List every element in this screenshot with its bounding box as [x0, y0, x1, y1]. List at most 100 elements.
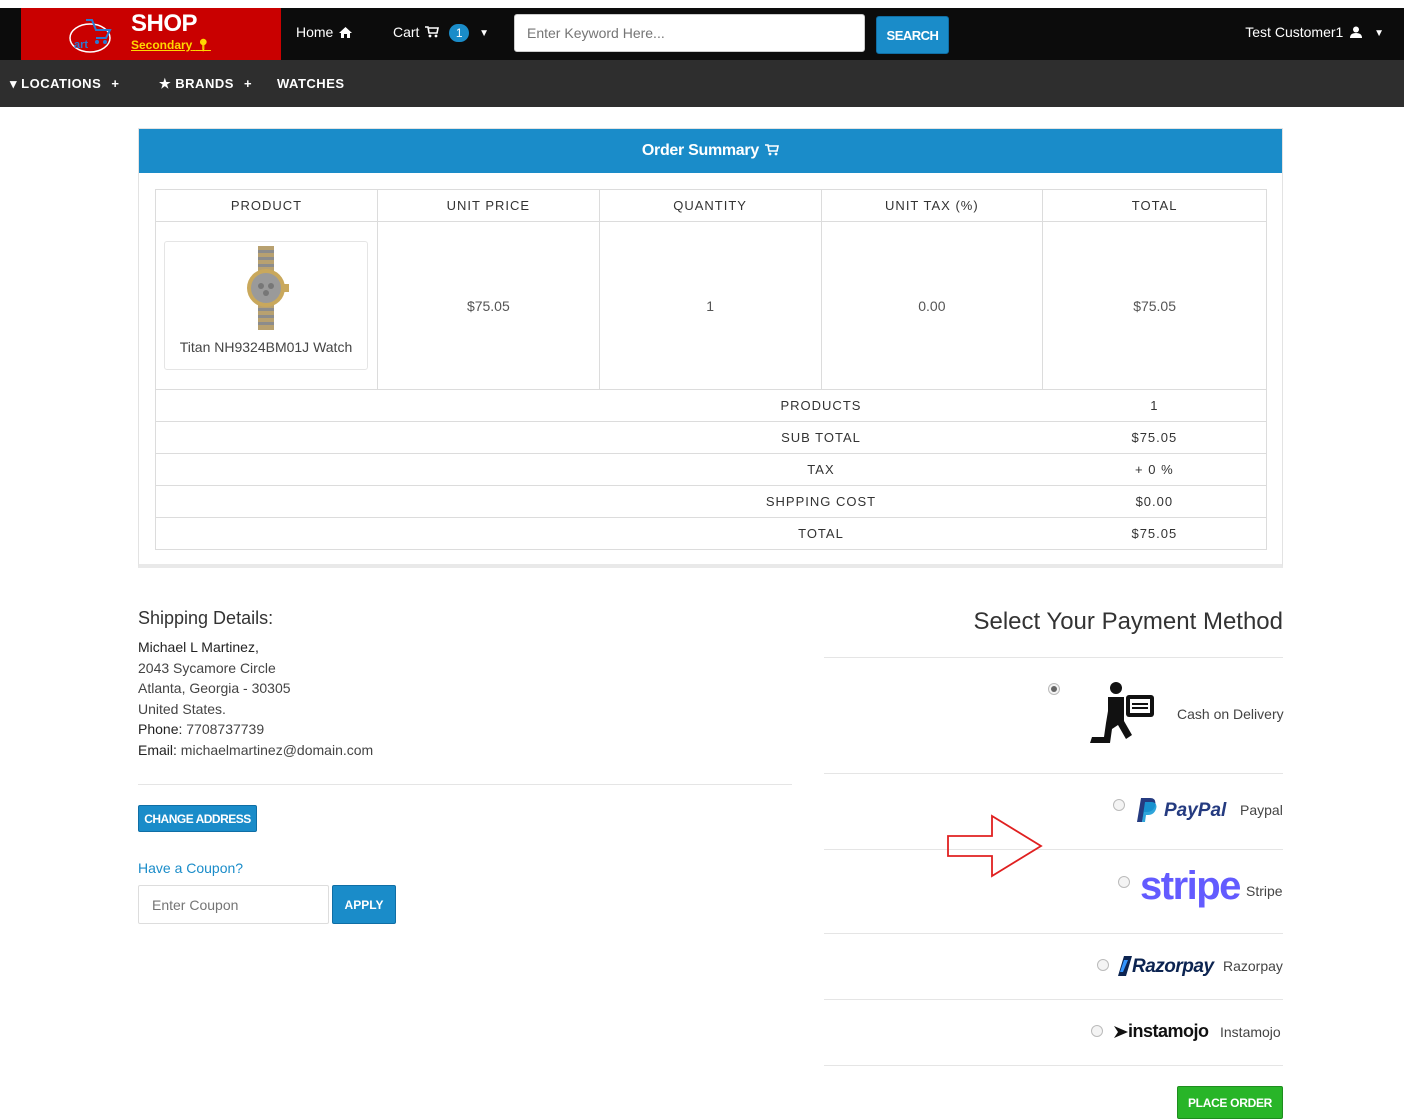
watch-product-image: [247, 246, 289, 330]
cart-count-badge: 1: [449, 24, 470, 43]
order-summary-title: Order Summary: [641, 142, 759, 159]
shipping-details: Shipping Details: Michael L Martinez, 20…: [138, 608, 792, 785]
site-logo[interactable]: art SHOP Secondary 📍︎: [21, 8, 281, 60]
summary-spacer: [155, 421, 600, 454]
home-icon: [339, 27, 353, 38]
unit-price-cell: $75.05: [376, 221, 600, 390]
payment-label-instamojo: Instamojo: [1220, 1024, 1281, 1040]
order-summary-panel: Order Summary PRODUCT UNIT PRICE QUANTIT…: [138, 128, 1283, 568]
delivery-person-icon: [1090, 682, 1154, 743]
payment-label-razorpay: Razorpay: [1223, 958, 1283, 974]
razorpay-logo-icon: [1118, 956, 1132, 976]
user-menu[interactable]: Test Customer1 ▼: [1245, 24, 1384, 40]
cart-logo-icon: art: [69, 19, 112, 53]
summary-value: $75.05: [1042, 517, 1267, 550]
divider: [138, 784, 792, 785]
nav-brands-label: BRANDS: [175, 76, 234, 91]
column-header: UNIT PRICE: [376, 189, 600, 222]
instamojo-logo-icon: [1114, 1026, 1128, 1038]
shipping-street: 2043 Sycamore Circle: [138, 659, 276, 676]
plus-icon: +: [244, 76, 253, 91]
payment-radio-razorpay[interactable]: [1097, 959, 1109, 971]
coupon-input[interactable]: [138, 885, 329, 924]
place-order-button[interactable]: PLACE ORDER: [1177, 1086, 1283, 1119]
shipping-name: Michael L Martinez,: [138, 639, 259, 655]
payment-radio-stripe[interactable]: [1118, 876, 1130, 888]
column-header: TOTAL: [1042, 189, 1267, 222]
chevron-down-icon: ▼: [479, 27, 490, 39]
quantity-cell: 1: [598, 221, 822, 390]
search-button[interactable]: SEARCH: [876, 16, 949, 54]
top-strip: [0, 0, 1404, 8]
divider: [824, 773, 1283, 774]
summary-spacer: [155, 485, 600, 518]
change-address-button[interactable]: CHANGE ADDRESS: [138, 805, 257, 832]
summary-value: $0.00: [1042, 485, 1267, 518]
phone-value: 7708737739: [186, 721, 265, 737]
unit-tax-cell: 0.00: [820, 221, 1044, 390]
map-marker-icon: ▾: [10, 76, 18, 91]
payment-radio-cod[interactable]: [1048, 683, 1060, 695]
product-cell: Titan NH9324BM01J Watch: [155, 221, 378, 390]
stripe-logo-text: stripe: [1140, 864, 1241, 908]
email-value: michaelmartinez@domain.com: [180, 741, 374, 758]
payment-label-cod: Cash on Delivery: [1177, 706, 1284, 722]
category-nav: ▾ LOCATIONS + ★ BRANDS + WATCHES: [0, 60, 1404, 107]
summary-spacer: [155, 453, 600, 486]
summary-spacer: [155, 389, 600, 422]
instamojo-logo-text: instamojo: [1128, 1021, 1209, 1041]
nav-locations[interactable]: ▾ LOCATIONS +: [10, 76, 119, 92]
nav-home-label: Home: [296, 24, 334, 40]
divider: [824, 849, 1283, 850]
product-card[interactable]: Titan NH9324BM01J Watch: [164, 241, 368, 370]
product-name: Titan NH9324BM01J Watch: [179, 339, 353, 355]
nav-locations-label: LOCATIONS: [21, 76, 102, 91]
logo-subtitle[interactable]: Secondary 📍︎: [131, 38, 211, 52]
summary-row: TOTAL $75.05: [155, 517, 1267, 550]
summary-row: SUB TOTAL $75.05: [155, 421, 1267, 454]
user-name: Test Customer1: [1245, 24, 1344, 40]
chevron-down-icon: ▼: [1374, 27, 1384, 39]
summary-row: TAX + 0 %: [155, 453, 1267, 486]
paypal-wordmark: PayPal: [1164, 800, 1227, 821]
total-cell: $75.05: [1042, 221, 1267, 390]
column-header: QUANTITY: [598, 189, 822, 222]
logo-subtitle-text: Secondary: [131, 38, 193, 52]
map-pin-icon: 📍︎: [195, 38, 211, 52]
payment-radio-paypal[interactable]: [1113, 799, 1125, 811]
divider: [824, 933, 1283, 934]
summary-label: SUB TOTAL: [599, 421, 1043, 454]
nav-cart-label: Cart: [393, 24, 420, 40]
logo-title: SHOP: [131, 10, 198, 37]
divider: [824, 657, 1283, 658]
nav-cart-dropdown[interactable]: Cart 1 ▼: [393, 24, 490, 43]
summary-row: PRODUCTS 1: [155, 389, 1267, 422]
nav-watches[interactable]: WATCHES: [277, 76, 345, 91]
summary-label: TOTAL: [599, 517, 1043, 550]
payment-label-paypal: Paypal: [1240, 802, 1283, 818]
star-icon: ★: [159, 76, 172, 91]
table-row: Titan NH9324BM01J Watch $75.05 1 0.00 $7…: [155, 221, 1267, 390]
divider: [824, 999, 1283, 1000]
summary-label: PRODUCTS: [599, 389, 1043, 422]
apply-coupon-button[interactable]: APPLY: [332, 885, 396, 924]
nav-brands[interactable]: ★ BRANDS +: [159, 76, 252, 92]
shipping-city: Atlanta, Georgia - 30305: [138, 680, 291, 696]
nav-home-link[interactable]: Home: [296, 24, 353, 40]
have-coupon-link[interactable]: Have a Coupon?: [138, 860, 243, 876]
payment-label-stripe: Stripe: [1246, 883, 1283, 899]
summary-row: SHPPING COST $0.00: [155, 485, 1267, 518]
summary-label: SHPPING COST: [599, 485, 1043, 518]
shipping-phone: Phone: 7708737739: [138, 719, 792, 740]
phone-label: Phone:: [138, 721, 183, 737]
nav-watches-label: WATCHES: [277, 76, 345, 91]
payment-radio-instamojo[interactable]: [1091, 1025, 1103, 1037]
paypal-logo-text: PayPal: [1164, 800, 1226, 822]
shopping-cart-icon: [765, 144, 780, 156]
search-input[interactable]: [514, 14, 865, 52]
summary-spacer: [155, 517, 600, 550]
table-header-row: PRODUCT UNIT PRICE QUANTITY UNIT TAX (%)…: [155, 189, 1267, 222]
paypal-logo-icon: [1137, 798, 1157, 822]
column-header: UNIT TAX (%): [820, 189, 1044, 222]
summary-value: $75.05: [1042, 421, 1267, 454]
